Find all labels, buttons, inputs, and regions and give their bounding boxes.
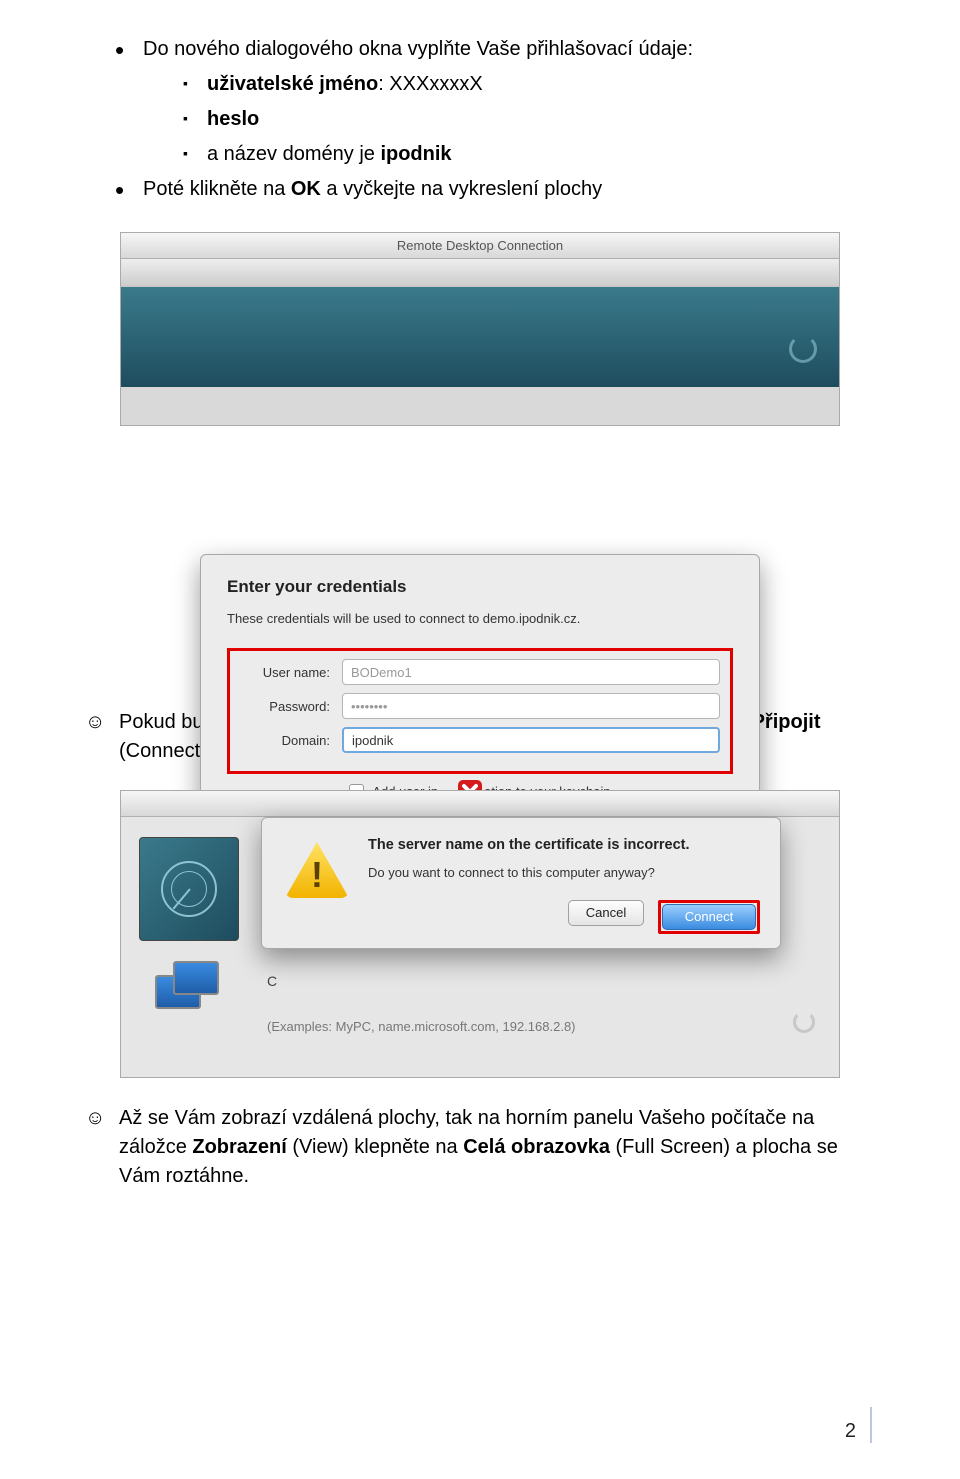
cert-warning-desc: Do you want to connect to this computer … (368, 865, 760, 880)
computer-label-fragment: C (267, 973, 277, 989)
cert-warning-title: The server name on the certificate is in… (368, 836, 760, 855)
window2-titlebar (121, 791, 839, 817)
page-footer: 2 (845, 1407, 872, 1443)
connecting-background (121, 287, 839, 387)
bullet-click-ok-b: a vyčkejte na vykreslení plochy (321, 178, 602, 200)
username-input[interactable]: BODemo1 (342, 659, 720, 685)
domain-input[interactable]: ipodnik (342, 727, 720, 753)
bullet-click-ok-a: Poté klikněte na (143, 178, 291, 200)
cert-cancel-button[interactable]: Cancel (568, 900, 644, 926)
sub-username: uživatelské jméno: XXXxxxxX (183, 70, 875, 99)
label-domain: Domain: (240, 733, 330, 748)
screenshot-certificate-dialog: C (Examples: MyPC, name.microsoft.com, 1… (120, 790, 840, 1078)
bullet-credentials-text: Do nového dialogového okna vyplňte Vaše … (143, 38, 693, 60)
warning-icon (282, 836, 352, 934)
tip-fullscreen-bold2: Celá obrazovka (463, 1136, 610, 1158)
window-titlebar: Remote Desktop Connection (121, 233, 839, 259)
spinner-icon (793, 1011, 815, 1033)
rdc-screens-icon (155, 961, 227, 1013)
screenshot-credentials-dialog: Remote Desktop Connection Enter your cre… (120, 232, 840, 682)
certificate-warning-dialog: The server name on the certificate is in… (261, 817, 781, 949)
connect-highlight-box: Connect (658, 900, 760, 934)
sub-domain-value: ipodnik (380, 143, 451, 165)
page-number-divider (870, 1407, 872, 1443)
smiley-icon: ☺ (85, 708, 109, 766)
bullet-credentials: Do nového dialogového okna vyplňte Vaše … (115, 35, 875, 169)
cert-connect-button[interactable]: Connect (662, 904, 756, 930)
sub-password: heslo (183, 105, 875, 134)
window-bottom-area (121, 387, 839, 425)
tip-certificate-bold: Připojit (752, 711, 821, 733)
window-toolbar-area (121, 259, 839, 287)
sub-password-label: heslo (207, 108, 259, 130)
smiley-icon: ☺ (85, 1104, 109, 1191)
sub-username-label: uživatelské jméno (207, 73, 378, 95)
sub-domain-lead: a název domény je (207, 143, 380, 165)
sub-domain: a název domény je ipodnik (183, 140, 875, 169)
label-username: User name: (240, 665, 330, 680)
credentials-desc: These credentials will be used to connec… (227, 611, 733, 626)
tip-fullscreen-bold1: Zobrazení (192, 1136, 286, 1158)
label-password: Password: (240, 699, 330, 714)
bullet-click-ok-bold: OK (291, 178, 321, 200)
tip-fullscreen: Až se Vám zobrazí vzdálená plochy, tak n… (119, 1104, 875, 1191)
page-number: 2 (845, 1420, 856, 1443)
examples-hint: (Examples: MyPC, name.microsoft.com, 192… (267, 1019, 576, 1034)
password-input[interactable]: •••••••• (342, 693, 720, 719)
credentials-heading: Enter your credentials (227, 577, 733, 597)
rdc-radar-icon (139, 837, 239, 941)
sub-username-value: : XXXxxxxX (378, 73, 482, 95)
bullet-click-ok: Poté klikněte na OK a vyčkejte na vykres… (115, 175, 875, 204)
tip-fullscreen-b: (View) klepněte na (287, 1136, 463, 1158)
credentials-highlight-box: User name: BODemo1 Password: •••••••• Do… (227, 648, 733, 774)
